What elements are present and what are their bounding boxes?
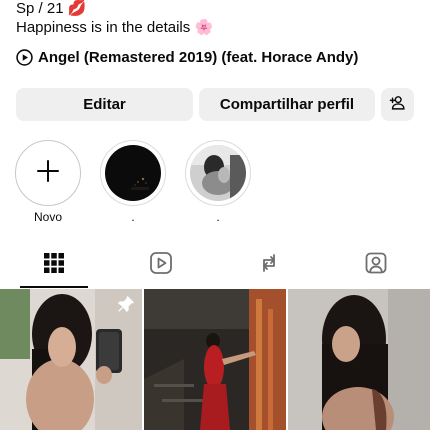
music-track-title: Angel (Remastered 2019) (feat. Horace An… xyxy=(38,49,359,66)
play-circle-icon xyxy=(16,49,33,66)
posts-grid xyxy=(0,289,430,430)
edit-profile-button[interactable]: Editar xyxy=(16,88,193,121)
profile-music[interactable]: Angel (Remastered 2019) (feat. Horace An… xyxy=(16,49,358,66)
tab-tagged[interactable] xyxy=(323,243,430,288)
post-tile[interactable] xyxy=(144,289,286,430)
highlight-new[interactable]: Novo xyxy=(15,140,81,224)
kiss-emoji: 💋 xyxy=(67,0,87,17)
tab-reels[interactable] xyxy=(108,243,216,288)
bio-text-1: Sp / 21 xyxy=(16,0,64,17)
highlight-label: Novo xyxy=(33,210,62,224)
highlight-label: . xyxy=(131,210,135,224)
highlight-ring xyxy=(100,140,166,206)
tab-reposts[interactable] xyxy=(215,243,323,288)
plus-icon xyxy=(36,159,60,188)
reposts-icon xyxy=(257,251,281,280)
edit-profile-label: Editar xyxy=(83,96,126,113)
profile-tabs xyxy=(0,243,430,288)
post-image xyxy=(144,289,286,430)
bio-text-2: Happiness is in the details xyxy=(16,19,191,36)
highlight-cover xyxy=(190,145,246,201)
highlight-ring xyxy=(185,140,251,206)
reels-icon xyxy=(149,251,173,280)
tagged-icon xyxy=(364,251,388,280)
highlight-item[interactable]: . xyxy=(100,140,166,224)
highlight-item[interactable]: . xyxy=(185,140,251,224)
bio-line-2: Happiness is in the details 🌸 xyxy=(16,18,213,37)
post-tile[interactable] xyxy=(288,289,430,430)
highlight-ring xyxy=(15,140,81,206)
highlight-cover xyxy=(105,145,161,201)
tab-posts[interactable] xyxy=(0,243,108,288)
add-person-icon xyxy=(389,94,406,115)
post-tile[interactable] xyxy=(0,289,142,430)
grid-icon xyxy=(43,253,64,278)
flower-emoji: 🌸 xyxy=(194,18,214,36)
share-profile-button[interactable]: Compartilhar perfil xyxy=(199,88,375,121)
post-image xyxy=(288,289,430,430)
add-user-button[interactable] xyxy=(381,88,414,121)
pin-icon xyxy=(117,295,135,318)
share-profile-label: Compartilhar perfil xyxy=(219,96,355,113)
highlight-label: . xyxy=(216,210,220,224)
bio-line-1: Sp / 21 💋 xyxy=(16,0,86,18)
